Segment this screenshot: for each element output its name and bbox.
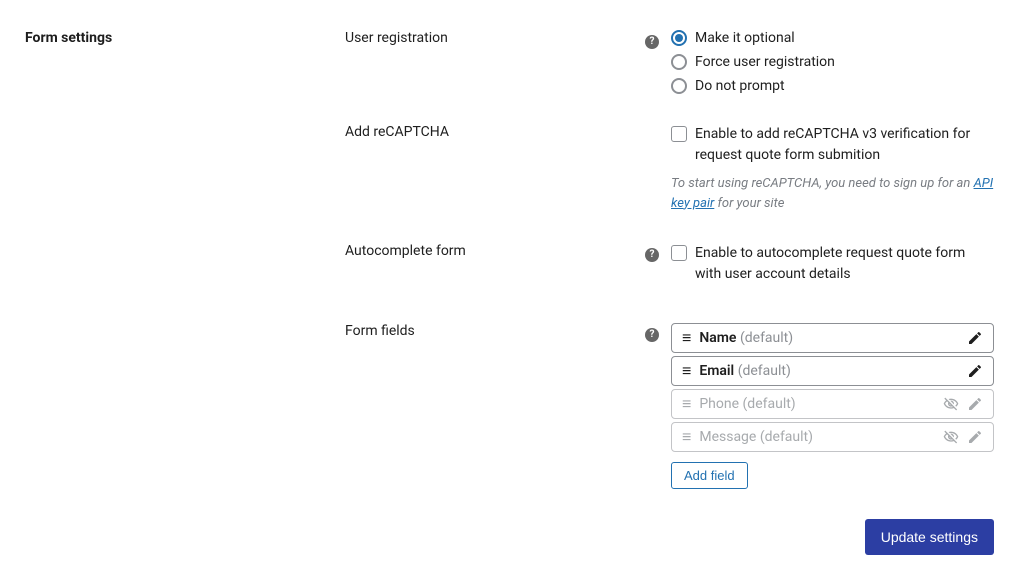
recaptcha-label: Add reCAPTCHA	[345, 124, 630, 213]
pencil-icon[interactable]	[967, 330, 983, 346]
radio-label: Make it optional	[695, 30, 795, 46]
field-default-suffix: (default)	[760, 429, 813, 445]
form-fields-label: Form fields	[345, 323, 630, 489]
form-fields-list: ≡ Name (default) ≡ Email (default)	[671, 323, 994, 452]
drag-handle-icon[interactable]: ≡	[682, 396, 691, 412]
radio-label: Force user registration	[695, 54, 835, 70]
field-name: Name	[699, 330, 736, 346]
radio-label: Do not prompt	[695, 78, 785, 94]
update-settings-button[interactable]: Update settings	[865, 519, 994, 555]
field-name: Phone	[699, 396, 739, 412]
pencil-icon[interactable]	[967, 363, 983, 379]
pencil-icon[interactable]	[967, 396, 983, 412]
user-registration-row: User registration ? Make it optional For…	[345, 30, 994, 94]
recaptcha-row: Add reCAPTCHA Enable to add reCAPTCHA v3…	[345, 124, 994, 213]
field-item-name[interactable]: ≡ Name (default)	[671, 323, 994, 353]
field-name: Message	[699, 429, 756, 445]
help-icon[interactable]: ?	[645, 35, 659, 49]
user-registration-label: User registration	[345, 30, 630, 94]
help-icon[interactable]: ?	[645, 328, 659, 342]
eye-off-icon[interactable]	[943, 396, 959, 412]
eye-off-icon[interactable]	[943, 429, 959, 445]
field-name: Email	[699, 363, 734, 379]
field-default-suffix: (default)	[738, 363, 791, 379]
recaptcha-helper: To start using reCAPTCHA, you need to si…	[671, 174, 994, 213]
help-icon[interactable]: ?	[645, 248, 659, 262]
drag-handle-icon[interactable]: ≡	[682, 429, 691, 445]
add-field-button[interactable]: Add field	[671, 462, 748, 489]
autocomplete-checkbox-label: Enable to autocomplete request quote for…	[695, 243, 994, 285]
radio-optional[interactable]: Make it optional	[671, 30, 994, 46]
autocomplete-row: Autocomplete form ? Enable to autocomple…	[345, 243, 994, 293]
radio-no-prompt[interactable]: Do not prompt	[671, 78, 994, 94]
drag-handle-icon[interactable]: ≡	[682, 363, 691, 379]
field-item-message[interactable]: ≡ Message (default)	[671, 422, 994, 452]
pencil-icon[interactable]	[967, 429, 983, 445]
user-registration-radio-group: Make it optional Force user registration…	[671, 30, 994, 94]
radio-force[interactable]: Force user registration	[671, 54, 994, 70]
autocomplete-checkbox[interactable]	[671, 245, 687, 261]
field-default-suffix: (default)	[743, 396, 796, 412]
recaptcha-checkbox[interactable]	[671, 126, 687, 142]
field-item-phone[interactable]: ≡ Phone (default)	[671, 389, 994, 419]
radio-input[interactable]	[671, 54, 687, 70]
drag-handle-icon[interactable]: ≡	[682, 330, 691, 346]
recaptcha-checkbox-label: Enable to add reCAPTCHA v3 verification …	[695, 124, 994, 166]
radio-input[interactable]	[671, 30, 687, 46]
radio-input[interactable]	[671, 78, 687, 94]
field-default-suffix: (default)	[740, 330, 793, 346]
autocomplete-label: Autocomplete form	[345, 243, 630, 293]
form-fields-row: Form fields ? ≡ Name (default)	[345, 323, 994, 489]
field-item-email[interactable]: ≡ Email (default)	[671, 356, 994, 386]
section-title: Form settings	[25, 30, 325, 46]
